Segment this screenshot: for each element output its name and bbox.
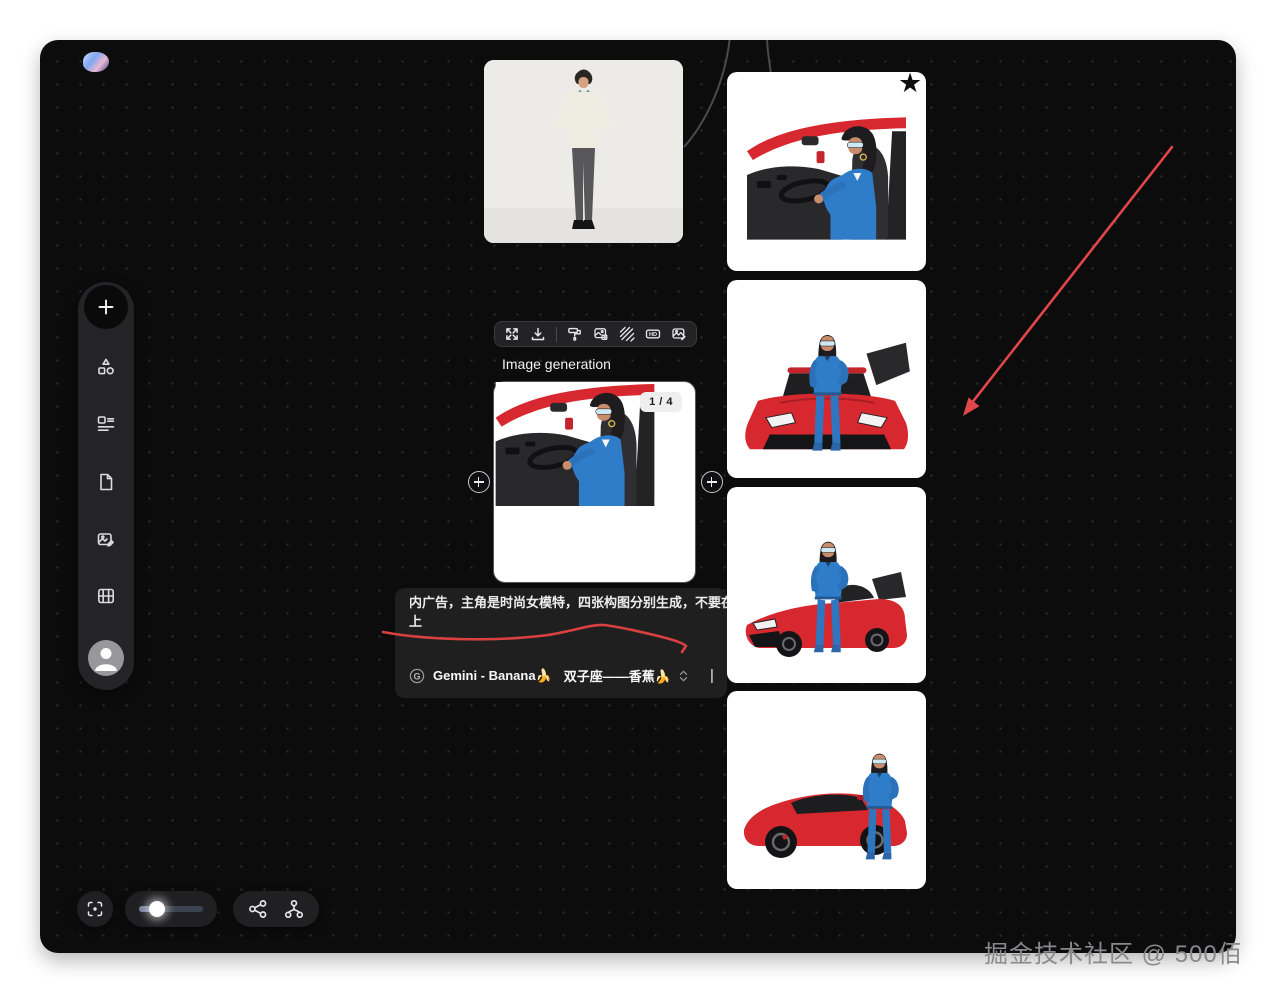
account-avatar[interactable] bbox=[88, 640, 124, 676]
expand-icon[interactable] bbox=[504, 326, 520, 342]
generated-image-preview bbox=[494, 382, 656, 506]
model-provider-icon: G bbox=[409, 668, 425, 684]
download-icon[interactable] bbox=[530, 326, 546, 342]
node-port-right[interactable] bbox=[701, 471, 723, 493]
result-image-1 bbox=[747, 115, 906, 240]
prompt-text-line1[interactable]: 内广告，主角是时尚女模特，四张构图分别生成，不要在一张 bbox=[409, 593, 727, 612]
tools-sidebar[interactable] bbox=[78, 282, 134, 690]
share-network-icon bbox=[248, 899, 268, 919]
shapes-icon[interactable] bbox=[96, 357, 116, 377]
stripes-icon[interactable] bbox=[619, 326, 635, 342]
image-edit-icon[interactable] bbox=[671, 326, 687, 342]
fashion-model-image bbox=[484, 60, 683, 243]
red-arrow-head bbox=[963, 398, 980, 417]
paint-roller-icon[interactable] bbox=[567, 326, 583, 342]
document-icon[interactable] bbox=[96, 472, 116, 492]
workflow-button[interactable] bbox=[284, 899, 304, 919]
node-title: Image generation bbox=[502, 356, 611, 372]
result-image-3 bbox=[739, 527, 914, 672]
generation-node-card[interactable]: 1 / 4 bbox=[493, 381, 696, 583]
source-image-card[interactable] bbox=[484, 60, 683, 243]
result-card-1[interactable] bbox=[727, 72, 926, 271]
toolbar-divider bbox=[556, 327, 557, 342]
image-counter-badge[interactable]: 1 / 4 bbox=[640, 392, 682, 412]
red-arrow-line bbox=[971, 147, 1172, 404]
svg-text:HD: HD bbox=[649, 332, 657, 338]
share-network-button[interactable] bbox=[248, 899, 268, 919]
zoom-slider[interactable] bbox=[125, 891, 217, 927]
model-alias: 双子座——香蕉🍌 bbox=[564, 666, 671, 685]
person-icon bbox=[88, 640, 124, 676]
workflow-icon bbox=[284, 899, 304, 919]
fit-view-button[interactable] bbox=[77, 891, 113, 927]
workspace-logo bbox=[83, 52, 109, 72]
zoom-slider-knob[interactable] bbox=[149, 901, 165, 917]
infinite-canvas[interactable]: 内广告，主角是时尚女模特，四张构图分别生成，不要在一张 上 G Gemini -… bbox=[40, 40, 1236, 953]
model-name: Gemini - Banana🍌 bbox=[433, 668, 552, 684]
graph-tools-pill[interactable] bbox=[233, 891, 319, 927]
hd-badge-icon[interactable]: HD bbox=[645, 326, 661, 342]
result-image-4 bbox=[739, 735, 914, 880]
video-icon[interactable] bbox=[96, 586, 116, 606]
add-node-button[interactable] bbox=[84, 285, 128, 329]
text-cursor: | bbox=[710, 667, 714, 684]
image-replace-icon[interactable] bbox=[593, 326, 609, 342]
watermark: 掘金技术社区 @ 500佰 bbox=[984, 934, 1243, 969]
node-toolbar[interactable]: HD bbox=[494, 321, 697, 347]
image-edit-sidebar-icon[interactable] bbox=[96, 530, 116, 550]
plus-icon bbox=[96, 297, 116, 317]
result-card-4[interactable] bbox=[727, 691, 926, 889]
favorite-star-icon[interactable]: ★ bbox=[898, 70, 922, 97]
result-image-2 bbox=[740, 324, 913, 467]
layout-icon[interactable] bbox=[96, 414, 116, 434]
node-port-left[interactable] bbox=[468, 471, 490, 493]
model-select-chevrons-icon[interactable] bbox=[679, 670, 688, 682]
prompt-node[interactable]: 内广告，主角是时尚女模特，四张构图分别生成，不要在一张 上 G Gemini -… bbox=[395, 588, 727, 698]
result-card-2[interactable] bbox=[727, 280, 926, 478]
fit-view-icon bbox=[86, 900, 104, 918]
prompt-text-line2[interactable]: 上 bbox=[409, 612, 727, 631]
svg-text:G: G bbox=[413, 671, 420, 681]
model-selector[interactable]: G Gemini - Banana🍌 双子座——香蕉🍌 | bbox=[409, 666, 714, 685]
result-card-3[interactable] bbox=[727, 487, 926, 683]
